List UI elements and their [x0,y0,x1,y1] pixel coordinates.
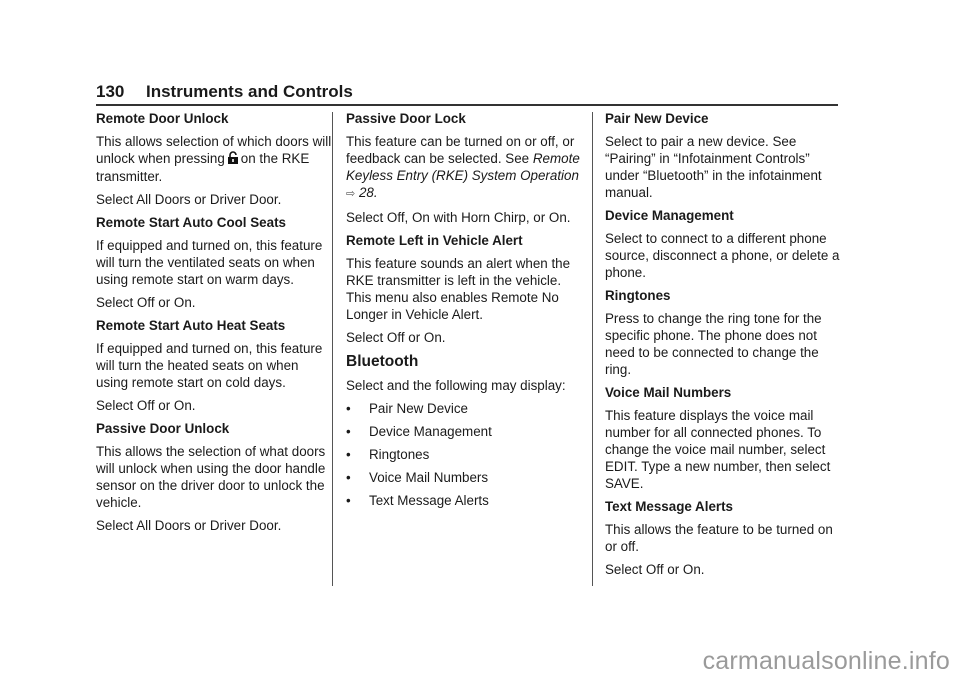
section-heading: Voice Mail Numbers [605,385,732,400]
section-text: This allows selection of which doors wil… [96,133,332,185]
watermark: carmanualsonline.info [702,647,950,675]
column-1: Remote Door Unlock This allows selection… [96,110,332,540]
list-item: • Text Message Alerts [346,492,582,509]
page-title: Instruments and Controls [146,82,353,101]
section-pair-new-device: Pair New Device Select to pair a new dev… [605,110,841,201]
section-text: This allows the selection of what doors … [96,444,326,510]
column-divider [592,112,593,586]
section-select: Select Off, On with Horn Chirp, or On. [346,210,571,225]
section-heading-major: Bluetooth [346,353,419,370]
section-heading: Remote Start Auto Cool Seats [96,215,286,230]
section-text: Select to pair a new device. See “Pairin… [605,134,822,200]
section-heading: Remote Left in Vehicle Alert [346,233,523,248]
section-select: Select Off or On. [96,398,196,413]
section-text-message-alerts: Text Message Alerts This allows the feat… [605,498,841,578]
list-item-label: Text Message Alerts [369,493,489,508]
section-heading: Pair New Device [605,111,709,126]
section-text: Select to connect to a different phone s… [605,231,840,280]
section-text: Select and the following may display: [346,378,566,393]
column-2: Passive Door Lock This feature can be tu… [346,110,582,515]
list-item-label: Device Management [369,424,492,439]
column-3: Pair New Device Select to pair a new dev… [605,110,841,584]
unlock-icon [227,151,239,168]
section-bluetooth: Bluetooth Select and the following may d… [346,352,582,509]
section-heading: Passive Door Lock [346,111,466,126]
bullet-icon: • [346,447,351,462]
section-passive-door-unlock: Passive Door Unlock This allows the sele… [96,420,332,534]
cross-reference-page: 28 [358,185,374,200]
section-select: Select Off or On. [346,330,446,345]
section-select: Select Off or On. [605,562,705,577]
list-item-label: Pair New Device [369,401,468,416]
list-item: • Voice Mail Numbers [346,469,582,486]
section-text: This allows the feature to be turned on … [605,522,833,554]
section-heading: Text Message Alerts [605,499,734,514]
list-item: • Device Management [346,423,582,440]
page-header: 130 Instruments and Controls [96,80,838,106]
section-auto-heat-seats: Remote Start Auto Heat Seats If equipped… [96,317,332,414]
section-text: If equipped and turned on, this feature … [96,238,323,287]
section-heading: Device Management [605,208,734,223]
section-select: Select All Doors or Driver Door. [96,518,282,533]
bullet-icon: • [346,470,351,485]
section-text: This feature displays the voice mail num… [605,408,831,491]
list-item: • Ringtones [346,446,582,463]
section-heading: Passive Door Unlock [96,421,230,436]
section-remote-door-unlock: Remote Door Unlock This allows selection… [96,110,332,208]
section-text: Press to change the ring tone for the sp… [605,311,822,377]
section-select: Select Off or On. [96,295,196,310]
section-ringtones: Ringtones Press to change the ring tone … [605,287,841,378]
section-heading: Remote Door Unlock [96,111,229,126]
bullet-icon: • [346,401,351,416]
section-remote-left-alert: Remote Left in Vehicle Alert This featur… [346,232,582,346]
list-item-label: Voice Mail Numbers [369,470,489,485]
page-number: 130 [96,82,125,101]
list-item: • Pair New Device [346,400,582,417]
bluetooth-options-list: • Pair New Device • Device Management • Rin… [346,400,582,509]
section-text: If equipped and turned on, this feature … [96,341,323,390]
bullet-icon: • [346,424,351,439]
section-text: This feature sounds an alert when the RK… [346,256,571,322]
section-passive-door-lock: Passive Door Lock This feature can be tu… [346,110,582,226]
bullet-icon: • [346,493,351,508]
section-text: This feature can be turned on or off, or… [346,133,582,203]
section-device-management: Device Management Select to connect to a… [605,207,841,281]
section-heading: Ringtones [605,288,671,303]
section-voice-mail-numbers: Voice Mail Numbers This feature displays… [605,384,841,492]
section-select: Select All Doors or Driver Door. [96,192,282,207]
column-divider [332,112,333,586]
page-reference-arrow-icon: ⇨ [346,188,356,200]
section-auto-cool-seats: Remote Start Auto Cool Seats If equipped… [96,214,332,311]
section-heading: Remote Start Auto Heat Seats [96,318,286,333]
list-item-label: Ringtones [369,447,430,462]
